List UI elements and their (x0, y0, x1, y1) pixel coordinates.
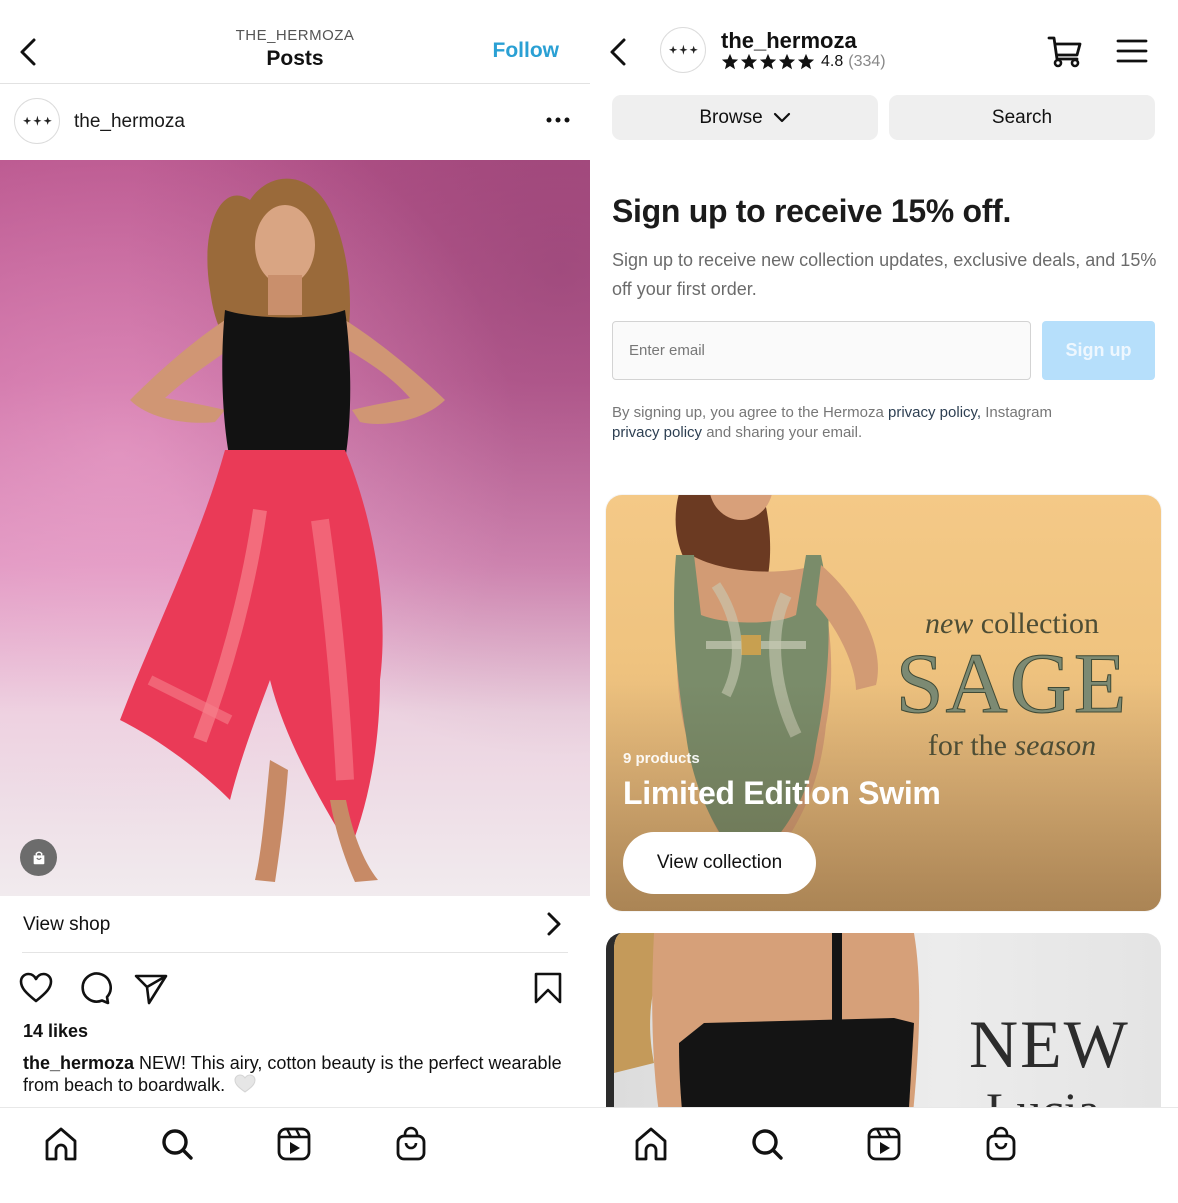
hermoza-privacy-policy-link[interactable]: privacy policy, (888, 404, 981, 421)
home-icon[interactable] (632, 1126, 670, 1162)
rating-value: 4.8 (821, 53, 844, 70)
star-icon (778, 53, 796, 70)
share-icon[interactable] (133, 970, 169, 1006)
browse-label: Browse (699, 106, 763, 128)
hamburger-menu-icon[interactable] (1116, 38, 1148, 64)
collection-art-text: new collection SAGE for the season (887, 607, 1137, 763)
rating-stars (721, 53, 815, 71)
heart-icon[interactable] (18, 970, 54, 1006)
art-main-word: SAGE (895, 635, 1129, 731)
shop-screen: the_hermoza 4.8 (334) Browse Search Sign… (590, 0, 1178, 1203)
reels-icon[interactable] (275, 1126, 313, 1162)
signup-title: Sign up to receive 15% off. (612, 193, 1012, 229)
post-image[interactable] (0, 160, 590, 896)
chevron-right-icon (547, 912, 561, 936)
star-icon (759, 53, 777, 70)
instagram-privacy-policy-link[interactable]: privacy policy (612, 424, 702, 441)
likes-count[interactable]: 14 likes (23, 1021, 88, 1042)
divider (22, 952, 568, 953)
shop-header: the_hermoza 4.8 (334) (590, 0, 1178, 92)
shop-bag-icon[interactable] (392, 1126, 430, 1162)
bottom-nav (590, 1107, 1178, 1203)
browse-button[interactable]: Browse (612, 95, 878, 140)
star-icon (721, 53, 739, 70)
art-bottom-line: for the season (927, 729, 1097, 762)
shop-bag-icon[interactable] (982, 1126, 1020, 1162)
shop-name[interactable]: the_hermoza (721, 28, 857, 54)
view-shop-row[interactable]: View shop (0, 896, 590, 952)
signup-legal-text: By signing up, you agree to the Hermoza … (612, 403, 1152, 443)
signup-button[interactable]: Sign up (1042, 321, 1155, 380)
avatar[interactable] (14, 98, 60, 144)
view-collection-button[interactable]: View collection (623, 832, 816, 894)
cart-icon[interactable] (1047, 35, 1083, 69)
collection-product-count: 9 products (623, 750, 700, 767)
search-icon[interactable] (158, 1126, 196, 1162)
shop-rating[interactable]: 4.8 (334) (721, 53, 886, 71)
search-icon[interactable] (748, 1126, 786, 1162)
collection-art-main: NEW (969, 1006, 1130, 1082)
follow-button[interactable]: Follow (493, 39, 560, 63)
chevron-down-icon (773, 112, 790, 122)
view-shop-label: View shop (23, 914, 111, 935)
legal-prefix: By signing up, you agree to the Hermoza (612, 404, 888, 421)
star-icon (797, 53, 815, 70)
signup-description: Sign up to receive new collection update… (612, 250, 1157, 299)
legal-suffix: and sharing your email. (702, 424, 863, 441)
bottom-nav (0, 1107, 590, 1203)
email-input[interactable] (612, 321, 1031, 380)
caption-username[interactable]: the_hermoza (23, 1053, 134, 1073)
shopping-bag-icon (33, 851, 44, 864)
back-chevron-icon[interactable] (604, 34, 632, 70)
post-actions (0, 966, 590, 1010)
shop-avatar[interactable] (660, 27, 706, 73)
reels-icon[interactable] (865, 1126, 903, 1162)
post-header: THE_HERMOZA Posts Follow (0, 0, 590, 84)
shopping-tag-button[interactable] (20, 839, 57, 876)
search-button[interactable]: Search (889, 95, 1155, 140)
legal-mid: Instagram (981, 404, 1052, 421)
sparkles-logo-icon (22, 115, 52, 127)
post-screen: THE_HERMOZA Posts Follow the_hermoza Vie… (0, 0, 590, 1203)
more-options-icon[interactable] (544, 110, 572, 130)
sparkles-logo-icon (668, 44, 698, 56)
comment-icon[interactable] (76, 970, 112, 1006)
post-caption: the_hermoza NEW! This airy, cotton beaut… (23, 1052, 563, 1096)
collection-title: Limited Edition Swim (623, 775, 941, 811)
author-username[interactable]: the_hermoza (74, 111, 185, 133)
model-illustration (120, 178, 445, 882)
collection-card[interactable]: new collection SAGE for the season 9 pro… (606, 495, 1161, 911)
rating-count: (334) (848, 53, 886, 70)
white-heart-emoji-icon (234, 1074, 256, 1093)
bookmark-icon[interactable] (530, 970, 566, 1006)
post-author-row: the_hermoza (0, 84, 590, 160)
star-icon (740, 53, 758, 70)
home-icon[interactable] (42, 1126, 80, 1162)
